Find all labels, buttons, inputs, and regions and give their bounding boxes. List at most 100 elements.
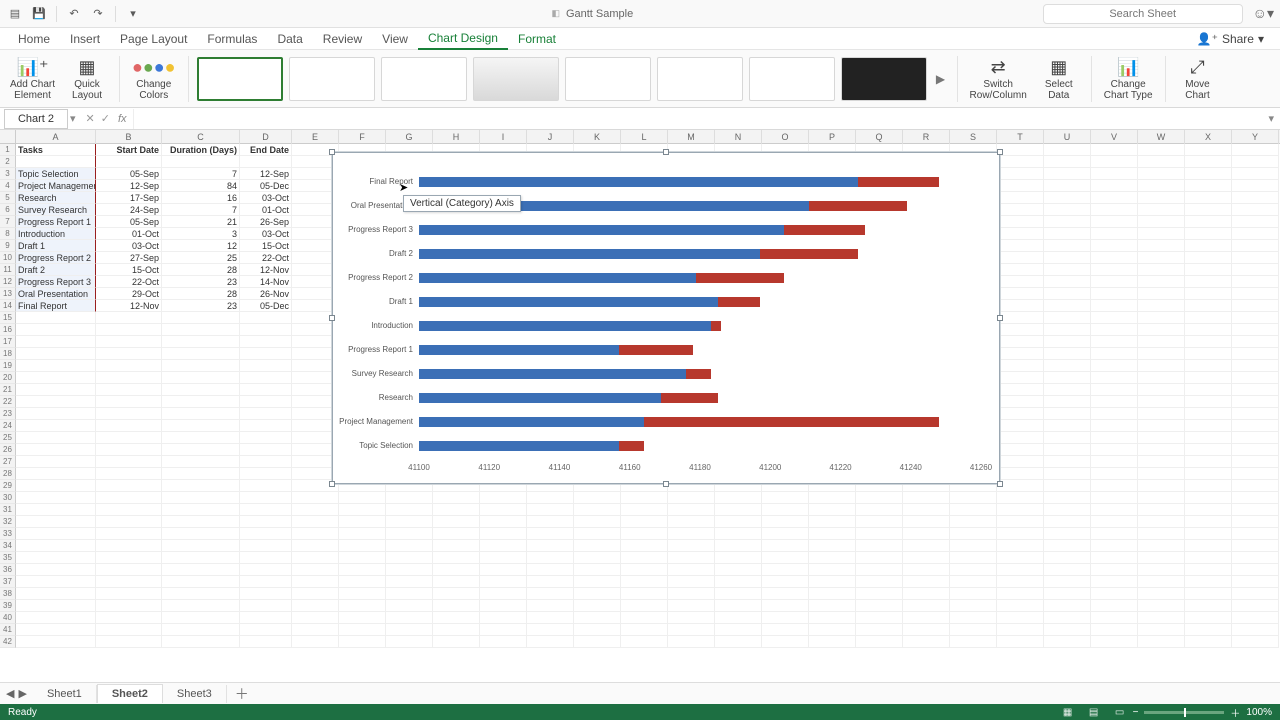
chart-style-2[interactable] [289, 57, 375, 101]
column-header-Q[interactable]: Q [856, 130, 903, 144]
tab-page-layout[interactable]: Page Layout [110, 29, 197, 49]
chart-category-label[interactable]: Progress Report 1 [348, 345, 413, 354]
column-header-L[interactable]: L [621, 130, 668, 144]
chart-x-axis[interactable]: 4110041120411404116041180412004122041240… [419, 463, 979, 475]
tab-data[interactable]: Data [267, 29, 312, 49]
fx-cancel-icon[interactable]: ✕ [86, 112, 95, 125]
chart-style-3[interactable] [381, 57, 467, 101]
formula-expand-icon[interactable]: ▾ [1262, 112, 1280, 125]
zoom-value[interactable]: 100% [1246, 707, 1272, 718]
formula-input[interactable] [133, 109, 1263, 129]
tab-chart-design[interactable]: Chart Design [418, 28, 508, 50]
chart-category-label[interactable]: Topic Selection [359, 441, 413, 450]
undo-icon[interactable]: ↶ [65, 5, 83, 23]
column-header-H[interactable]: H [433, 130, 480, 144]
chart-object[interactable]: Final ReportOral PresentationProgress Re… [332, 152, 1000, 484]
sheet-next-icon[interactable]: ▶ [18, 687, 26, 700]
tab-insert[interactable]: Insert [60, 29, 110, 49]
chart-style-6[interactable] [657, 57, 743, 101]
column-header-X[interactable]: X [1185, 130, 1232, 144]
column-header-R[interactable]: R [903, 130, 950, 144]
chart-category-label[interactable]: Project Management [339, 417, 413, 426]
change-chart-type-button[interactable]: 📊 Change Chart Type [1100, 55, 1157, 103]
column-header-G[interactable]: G [386, 130, 433, 144]
column-header-N[interactable]: N [715, 130, 762, 144]
column-header-S[interactable]: S [950, 130, 997, 144]
chart-style-5[interactable] [565, 57, 651, 101]
zoom-in-icon[interactable]: ＋ [1230, 705, 1240, 720]
view-normal-icon[interactable]: ▦ [1055, 707, 1081, 718]
name-box[interactable]: Chart 2 [4, 109, 68, 129]
column-header-O[interactable]: O [762, 130, 809, 144]
column-header-P[interactable]: P [809, 130, 856, 144]
select-data-button[interactable]: ▦ Select Data [1035, 55, 1083, 103]
sheet-tab-1[interactable]: Sheet1 [33, 685, 97, 703]
sheet-search[interactable] [1043, 4, 1243, 24]
tab-format[interactable]: Format [508, 29, 566, 49]
tab-review[interactable]: Review [313, 29, 372, 49]
add-sheet-button[interactable]: ＋ [227, 684, 257, 704]
column-header-W[interactable]: W [1138, 130, 1185, 144]
redo-icon[interactable]: ↷ [89, 5, 107, 23]
change-colors-button[interactable]: ●●●● Change Colors [128, 55, 180, 103]
column-header-D[interactable]: D [240, 130, 292, 144]
fx-confirm-icon[interactable]: ✓ [101, 112, 110, 125]
tab-view[interactable]: View [372, 29, 418, 49]
move-chart-button[interactable]: ⤢ Move Chart [1174, 55, 1222, 103]
chart-category-label[interactable]: Draft 2 [389, 249, 413, 258]
column-header-B[interactable]: B [96, 130, 162, 144]
chart-style-4[interactable] [473, 57, 559, 101]
chevron-down-icon: ▾ [1258, 32, 1264, 46]
column-header-Y[interactable]: Y [1232, 130, 1279, 144]
switch-row-column-button[interactable]: ⇄ Switch Row/Column [966, 55, 1031, 103]
zoom-out-icon[interactable]: − [1133, 707, 1139, 718]
chart-style-7[interactable] [749, 57, 835, 101]
view-page-break-icon[interactable]: ▭ [1107, 707, 1133, 718]
share-button[interactable]: 👤⁺ Share ▾ [1197, 32, 1272, 46]
chart-category-label[interactable]: Progress Report 2 [348, 273, 413, 282]
styles-next-icon[interactable]: ▶ [933, 72, 949, 86]
ribbon-tabs: Home Insert Page Layout Formulas Data Re… [0, 28, 1280, 50]
tab-home[interactable]: Home [8, 29, 60, 49]
chart-style-8[interactable] [841, 57, 927, 101]
sheet-search-input[interactable] [1043, 4, 1243, 24]
save-icon[interactable]: 💾 [30, 5, 48, 23]
quick-layout-button[interactable]: ▦ Quick Layout [63, 55, 111, 103]
column-header-A[interactable]: A [16, 130, 96, 144]
label: Change Colors [136, 79, 171, 101]
column-header-I[interactable]: I [480, 130, 527, 144]
quick-access-toolbar: ▤ 💾 ↶ ↷ ▾ [6, 5, 142, 23]
column-header-K[interactable]: K [574, 130, 621, 144]
add-chart-element-button[interactable]: 📊⁺ Add Chart Element [6, 55, 59, 103]
sheet-prev-icon[interactable]: ◀ [6, 687, 14, 700]
chart-styles-gallery: ▶ [197, 57, 949, 101]
qat-customize-icon[interactable]: ▾ [124, 5, 142, 23]
namebox-dropdown-icon[interactable]: ▾ [68, 112, 78, 125]
view-page-layout-icon[interactable]: ▤ [1081, 707, 1107, 718]
chart-category-label[interactable]: Introduction [371, 321, 413, 330]
feedback-icon[interactable]: ☺︎▾ [1253, 5, 1274, 22]
chart-category-label[interactable]: Research [379, 393, 413, 402]
chart-category-label[interactable]: Draft 1 [389, 297, 413, 306]
sheet-tab-3[interactable]: Sheet3 [163, 685, 227, 703]
fx-icon: fx [118, 113, 133, 125]
sheet-tab-2[interactable]: Sheet2 [97, 684, 163, 703]
column-header-C[interactable]: C [162, 130, 240, 144]
column-header-V[interactable]: V [1091, 130, 1138, 144]
label: Move Chart [1185, 79, 1209, 101]
column-header-F[interactable]: F [339, 130, 386, 144]
chart-style-1[interactable] [197, 57, 283, 101]
label: Change Chart Type [1104, 79, 1153, 101]
tab-formulas[interactable]: Formulas [197, 29, 267, 49]
chart-category-label[interactable]: Survey Research [352, 369, 413, 378]
column-header-M[interactable]: M [668, 130, 715, 144]
select-data-icon: ▦ [1050, 57, 1067, 79]
column-header-J[interactable]: J [527, 130, 574, 144]
column-header-E[interactable]: E [292, 130, 339, 144]
zoom-slider[interactable] [1144, 711, 1224, 714]
autosave-icon[interactable]: ▤ [6, 5, 24, 23]
chart-plot-area[interactable]: Final ReportOral PresentationProgress Re… [419, 171, 979, 457]
column-header-T[interactable]: T [997, 130, 1044, 144]
chart-category-label[interactable]: Progress Report 3 [348, 225, 413, 234]
column-header-U[interactable]: U [1044, 130, 1091, 144]
